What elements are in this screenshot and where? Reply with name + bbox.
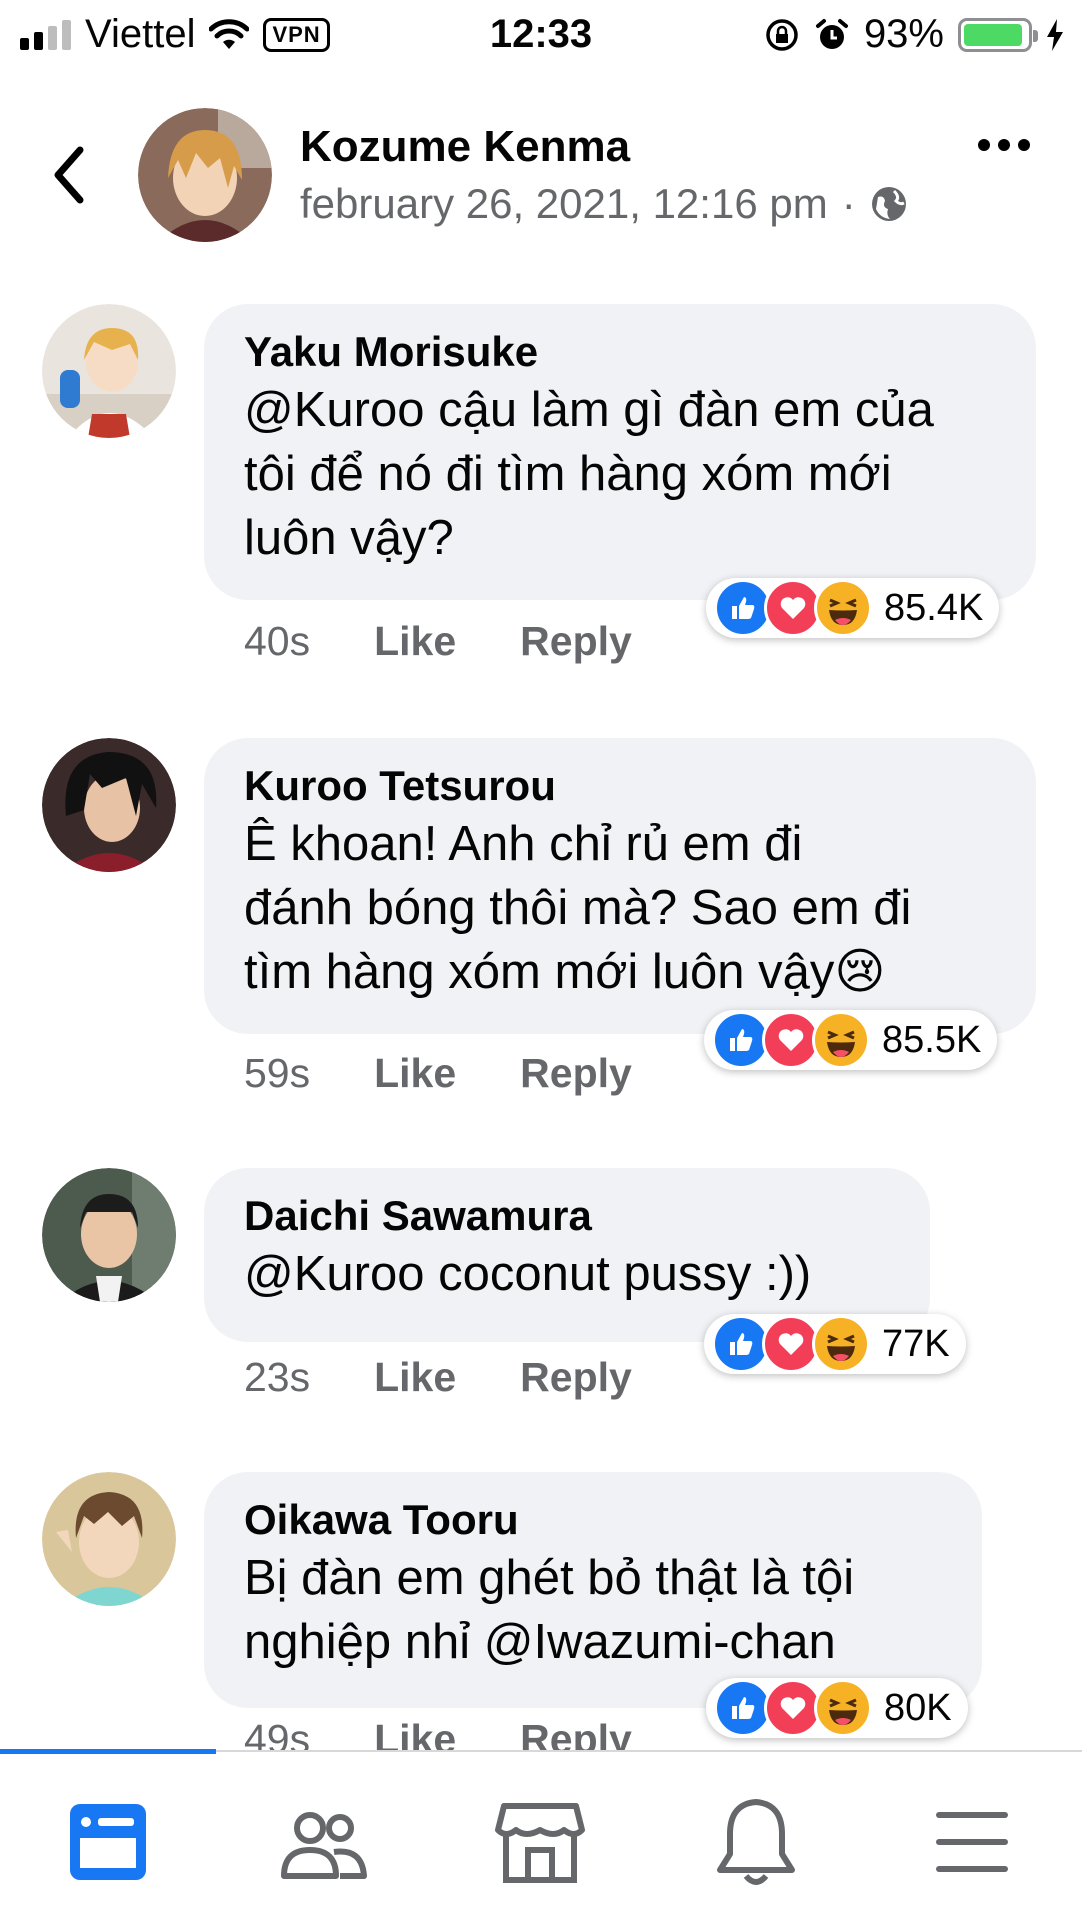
comment-bubble[interactable]: Kuroo Tetsurou Ê khoan! Anh chỉ rủ em đi… (204, 738, 1036, 1034)
comment-age: 49s (244, 1716, 311, 1754)
author-name[interactable]: Kozume Kenma (300, 122, 630, 172)
haha-icon (812, 1011, 870, 1069)
notifications-icon[interactable] (706, 1792, 806, 1892)
menu-icon[interactable] (922, 1792, 1022, 1892)
reply-button[interactable]: Reply (520, 618, 632, 665)
commenter-avatar[interactable] (42, 738, 176, 872)
comment-author[interactable]: Oikawa Tooru (244, 1494, 942, 1546)
comment-author[interactable]: Yaku Morisuke (244, 326, 996, 378)
reply-button[interactable]: Reply (520, 1716, 632, 1754)
comment-actions: 40s Like Reply (244, 618, 632, 665)
globe-icon (871, 187, 906, 221)
commenter-avatar[interactable] (42, 304, 176, 438)
comment-text: Ê khoan! Anh chỉ rủ em đi đánh bóng thôi… (244, 817, 912, 999)
author-avatar[interactable] (138, 108, 272, 242)
status-right: 93% (764, 12, 1064, 57)
haha-icon (812, 1315, 870, 1373)
like-button[interactable]: Like (374, 618, 456, 665)
comment-actions: 49s Like Reply (244, 1716, 632, 1754)
comment-bubble[interactable]: Yaku Morisuke @Kuroo cậu làm gì đàn em c… (204, 304, 1036, 600)
comment-text: Bị đàn em ghét bỏ thật là tội nghiệp nhỉ… (244, 1551, 855, 1669)
commenter-avatar[interactable] (42, 1168, 176, 1302)
haha-icon (814, 579, 872, 637)
comment-text: @Kuroo cậu làm gì đàn em của tôi để nó đ… (244, 383, 934, 565)
post-date-row: february 26, 2021, 12:16 pm · (300, 180, 908, 228)
battery-percent: 93% (863, 12, 944, 56)
battery-fill (964, 23, 1022, 46)
reactions-summary[interactable]: 85.5K (704, 1010, 998, 1070)
news-feed-icon[interactable] (58, 1792, 158, 1892)
reaction-count: 77K (882, 1322, 950, 1365)
reaction-count: 85.5K (882, 1018, 982, 1061)
post-header: Kozume Kenma february 26, 2021, 12:16 pm… (0, 100, 1082, 250)
comment-age: 59s (244, 1050, 311, 1096)
reactions-summary[interactable]: 80K (706, 1678, 968, 1738)
reply-button[interactable]: Reply (520, 1050, 632, 1097)
battery-icon (958, 17, 1038, 52)
comment-actions: 23s Like Reply (244, 1354, 632, 1401)
charging-icon (1047, 18, 1063, 51)
comment-age: 23s (244, 1354, 311, 1400)
friends-icon[interactable] (274, 1792, 374, 1892)
alarm-icon (815, 18, 848, 49)
active-tab-indicator (0, 1749, 216, 1754)
commenter-avatar[interactable] (42, 1472, 176, 1606)
bottom-nav (0, 1749, 1082, 1922)
reaction-count: 80K (884, 1686, 952, 1729)
comment-actions: 59s Like Reply (244, 1050, 632, 1097)
status-bar: Viettel VPN 12:33 93% (0, 0, 1082, 70)
like-button[interactable]: Like (374, 1716, 456, 1754)
comment-bubble[interactable]: Oikawa Tooru Bị đàn em ghét bỏ thật là t… (204, 1472, 982, 1708)
comment-text: @Kuroo coconut pussy :)) (244, 1247, 812, 1301)
reactions-summary[interactable]: 85.4K (706, 578, 1000, 638)
separator: · (841, 180, 856, 227)
reaction-count: 85.4K (884, 586, 984, 629)
comment-age: 40s (244, 618, 311, 664)
reply-button[interactable]: Reply (520, 1354, 632, 1401)
like-button[interactable]: Like (374, 1050, 456, 1097)
like-button[interactable]: Like (374, 1354, 456, 1401)
haha-icon (814, 1679, 872, 1737)
comment-author[interactable]: Kuroo Tetsurou (244, 760, 996, 812)
post-date[interactable]: february 26, 2021, 12:16 pm (300, 180, 828, 228)
marketplace-icon[interactable] (490, 1792, 590, 1892)
rotation-lock-icon (766, 18, 798, 51)
more-options-icon[interactable] (974, 130, 1034, 160)
reactions-summary[interactable]: 77K (704, 1314, 966, 1374)
comment-author[interactable]: Daichi Sawamura (244, 1190, 890, 1242)
back-icon[interactable] (44, 140, 94, 210)
